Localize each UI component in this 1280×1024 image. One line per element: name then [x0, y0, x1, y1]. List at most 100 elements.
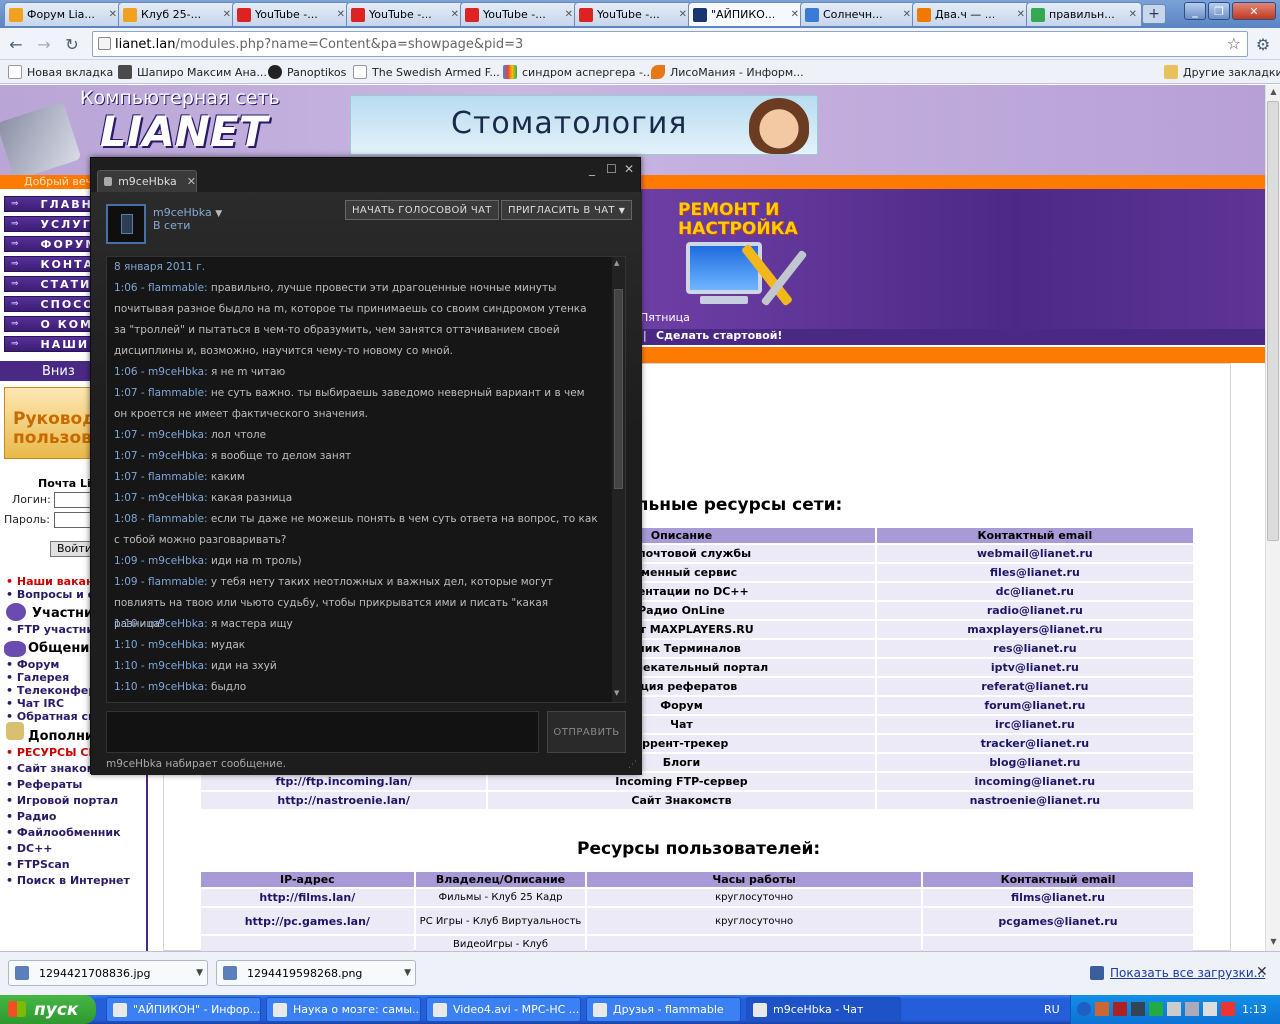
close-window-button[interactable]: ✕ [1232, 2, 1276, 20]
resource-email[interactable]: webmail@lianet.ru [876, 545, 1193, 562]
close-tab-icon[interactable]: ✕ [903, 9, 911, 20]
bookmark-item[interactable]: ЛисоМания - Информ... [651, 63, 804, 81]
left-link-games[interactable]: • Игровой портал [6, 794, 118, 807]
volume-icon[interactable] [1203, 1002, 1217, 1016]
resource-email[interactable]: forum@lianet.ru [876, 697, 1193, 714]
bookmark-item[interactable]: синдром аспергера -... [503, 63, 653, 81]
close-tab-icon[interactable]: ✕ [109, 9, 117, 20]
bookmark-item[interactable]: Шапиро Максим Ана... [118, 63, 267, 81]
scroll-down-arrow-icon[interactable]: ▼ [1268, 937, 1279, 948]
chevron-down-icon[interactable]: ▼ [404, 968, 411, 978]
tab[interactable]: YouTube -... ✕ [574, 2, 692, 26]
scroll-down-arrow-icon[interactable]: ▼ [614, 689, 619, 697]
resource-email[interactable]: tracker@lianet.ru [876, 735, 1193, 752]
user-resource-email[interactable]: films@lianet.ru [922, 889, 1193, 906]
resource-email[interactable]: maxplayers@lianet.ru [876, 621, 1193, 638]
user-resource-email[interactable]: pcgames@lianet.ru [922, 908, 1193, 934]
taskbar-item[interactable]: Video4.avi - MPC-HC ... [426, 997, 581, 1022]
chat-minimize-icon[interactable]: _ [589, 162, 595, 176]
resource-url[interactable]: ftp://ftp.incoming.lan/ [201, 773, 487, 790]
site-logo[interactable]: LIANET [100, 107, 267, 156]
user-resource-email[interactable] [922, 936, 1193, 951]
user-resource-ip[interactable]: http://films.lan/ [201, 889, 414, 906]
tab[interactable]: YouTube -... ✕ [460, 2, 578, 26]
tray-app-icon[interactable] [1113, 1002, 1127, 1016]
scrollbar-thumb[interactable] [1267, 101, 1279, 541]
network-icon[interactable] [1185, 1002, 1199, 1016]
maximize-window-button[interactable]: ❐ [1208, 2, 1230, 20]
bookmark-item[interactable]: The Swedish Armed F... [353, 63, 500, 81]
chat-scrollbar[interactable]: ▲ ▼ [612, 257, 625, 702]
close-tab-icon[interactable]: ✕ [451, 9, 459, 20]
close-tab-icon[interactable]: ✕ [565, 9, 573, 20]
tab[interactable]: Форум Lia... ✕ [4, 2, 122, 26]
resource-email[interactable]: blog@lianet.ru [876, 754, 1193, 771]
bookmark-item[interactable]: Panoptikos [268, 63, 346, 81]
new-tab-button[interactable]: + [1142, 4, 1166, 24]
forward-button[interactable]: → [34, 34, 54, 54]
left-link-faq[interactable]: • Вопросы и от [6, 588, 102, 601]
bookmark-item[interactable]: Новая вкладка [8, 63, 113, 81]
tray-app-icon[interactable] [1149, 1002, 1163, 1016]
left-link-ftpscan[interactable]: • FTPScan [6, 858, 70, 871]
user-resource-ip[interactable] [201, 936, 414, 951]
left-link-gallery[interactable]: • Галерея [6, 671, 69, 684]
chat-close-icon[interactable]: ✕ [624, 162, 634, 176]
address-bar[interactable]: lianet.lan/modules.php?name=Content&pa=s… [92, 31, 1248, 57]
resource-url[interactable]: http://nastroenie.lan/ [201, 792, 487, 809]
tab[interactable]: YouTube -... ✕ [346, 2, 464, 26]
chat-tab[interactable]: m9ceHbka ✕ [97, 170, 197, 192]
taskbar-item[interactable]: Наука о мозге: самы... [266, 997, 421, 1022]
resource-email[interactable]: iptv@lianet.ru [876, 659, 1193, 676]
show-all-downloads-link[interactable]: Показать все загрузки... [1110, 966, 1265, 980]
download-item[interactable]: 1294421708836.jpg ▼ [8, 960, 208, 986]
tray-app-icon[interactable] [1095, 1002, 1109, 1016]
tab[interactable]: Клуб 25-... ✕ [118, 2, 236, 26]
download-item[interactable]: 1294419598268.png ▼ [216, 960, 416, 986]
resource-email[interactable]: nastroenie@lianet.ru [876, 792, 1193, 809]
left-link-dc[interactable]: • DC++ [6, 842, 53, 855]
chat-maximize-icon[interactable]: ☐ [606, 162, 617, 176]
close-tab-icon[interactable]: ✕ [791, 9, 799, 20]
bookmark-star-icon[interactable]: ☆ [1227, 34, 1241, 53]
left-link-radio[interactable]: • Радио [6, 810, 57, 823]
chevron-down-icon[interactable]: ▼ [196, 968, 203, 978]
chat-log[interactable]: 8 января 2011 г. 1:06 - flammable: прави… [106, 256, 626, 703]
back-button[interactable]: ← [6, 34, 26, 54]
invite-to-chat-button[interactable]: ПРИГЛАСИТЬ В ЧАТ ▼ [501, 200, 633, 220]
resize-grip-icon[interactable]: ⋰ [628, 760, 637, 770]
tab[interactable]: правильн... ✕ [1026, 2, 1142, 26]
left-link-referats[interactable]: • Рефераты [6, 778, 82, 791]
close-tab-icon[interactable]: ✕ [337, 9, 345, 20]
taskbar-item[interactable]: Друзья - flammable [586, 997, 741, 1022]
scroll-up-arrow-icon[interactable]: ▲ [1268, 87, 1279, 98]
tab[interactable]: Солнечн... ✕ [800, 2, 916, 26]
resource-email[interactable]: irc@lianet.ru [876, 716, 1193, 733]
tray-app-icon[interactable] [1167, 1002, 1181, 1016]
tray-app-icon[interactable] [1221, 1002, 1235, 1016]
tab[interactable]: "АЙПИКО... ✕ [688, 2, 804, 26]
message-input[interactable] [106, 711, 539, 753]
close-tab-icon[interactable]: ✕ [187, 175, 196, 188]
left-link-fileshare[interactable]: • Файлообменник [6, 826, 121, 839]
close-tab-icon[interactable]: ✕ [1017, 9, 1025, 20]
left-link-resources[interactable]: • РЕСУРСЫ СЕТ [6, 746, 103, 759]
taskbar-item-active[interactable]: m9ceHbka - Чат [746, 997, 901, 1022]
minimize-window-button[interactable]: _ [1184, 2, 1206, 20]
wrench-menu-button[interactable]: ⚙ [1253, 34, 1273, 54]
close-tab-icon[interactable]: ✕ [1129, 9, 1137, 20]
start-button[interactable]: пуск [0, 995, 96, 1024]
avatar[interactable] [106, 204, 146, 244]
tray-expand-icon[interactable] [1077, 1002, 1091, 1016]
ad-banner[interactable]: Стоматология [350, 95, 818, 155]
left-link-irc[interactable]: • Чат IRC [6, 697, 64, 710]
resource-email[interactable]: incoming@lianet.ru [876, 773, 1193, 790]
tray-app-icon[interactable] [1131, 1002, 1145, 1016]
start-voice-chat-button[interactable]: НАЧАТЬ ГОЛОСОВОЙ ЧАТ [345, 200, 499, 220]
language-indicator[interactable]: RU [1044, 1003, 1060, 1016]
resource-email[interactable]: files@lianet.ru [876, 564, 1193, 581]
user-resource-ip[interactable]: http://pc.games.lan/ [201, 908, 414, 934]
chat-scrollbar-thumb[interactable] [614, 289, 623, 489]
page-scrollbar[interactable]: ▲ ▼ [1265, 85, 1280, 951]
close-downloads-icon[interactable]: ✕ [1256, 964, 1268, 980]
